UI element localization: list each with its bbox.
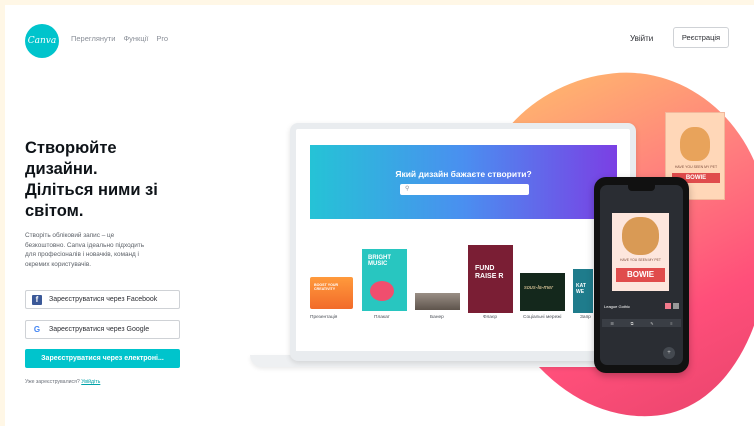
headline-line-1: Створюйте xyxy=(25,139,117,157)
already-registered: Уже зареєструвалися? Увійдіть xyxy=(25,379,100,385)
nav-item-features[interactable]: Функції xyxy=(123,34,148,43)
google-icon: G xyxy=(33,325,41,334)
canva-logo[interactable]: Canva xyxy=(25,24,59,58)
headline-line-3: Діліться ними зі xyxy=(25,181,158,199)
login-link-bottom[interactable]: Увійдіть xyxy=(81,379,100,385)
facebook-signup-label: Зареєструватися через Facebook xyxy=(49,296,158,303)
search-icon: ⚲ xyxy=(405,186,410,192)
phone: HAVE YOU SEEN MY PET BOWIE League Gothic… xyxy=(594,177,689,373)
tile-label-social: Соціальні мережі xyxy=(523,315,562,320)
description: Створіть обліковий запис – це безкоштовн… xyxy=(25,231,180,269)
design-search-banner: Який дизайн бажаєте створити? ⚲ xyxy=(310,145,617,219)
tile-label-presentation: Презентація xyxy=(310,315,338,320)
description-line-3: для професіоналів і новачків, команд і xyxy=(25,251,139,258)
font-row: League Gothic xyxy=(604,303,679,310)
headline-line-4: світом. xyxy=(25,202,84,220)
tile-invitation-text: KAT WE xyxy=(576,283,586,295)
description-line-2: безкоштовно. Canva ідеально підходить xyxy=(25,241,145,249)
design-prompt: Який дизайн бажаєте створити? xyxy=(395,169,532,179)
tile-flyer-text: FUND RAISE R xyxy=(475,265,504,280)
tile-presentation-text: BOOST YOUR CREATIVITY xyxy=(314,283,339,291)
tile-social-text: sous-la-mer xyxy=(524,285,554,291)
facebook-icon: f xyxy=(32,294,42,305)
description-line-1: Створіть обліковий запис – це xyxy=(25,232,115,239)
poster-caption: HAVE YOU SEEN MY PET xyxy=(674,165,718,169)
google-signup-button[interactable]: G Зареєструватися через Google xyxy=(25,320,180,339)
tile-flyer: FUND RAISE R xyxy=(468,245,513,313)
tile-poster-text: BRIGHT MUSIC xyxy=(368,255,391,267)
phone-design-card: HAVE YOU SEEN MY PET BOWIE xyxy=(612,213,669,291)
description-line-4: окремих користувачів. xyxy=(25,260,91,268)
tile-poster: BRIGHT MUSIC xyxy=(362,249,407,311)
phone-toolbar: ☰ ⧉ ✎ ≡ xyxy=(602,319,681,327)
tile-label-flyer: Флаєр xyxy=(483,315,498,320)
page: Canva Переглянути Функції Pro Увійти Реє… xyxy=(5,5,754,426)
nav-item-browse[interactable]: Переглянути xyxy=(71,34,115,43)
tile-presentation: BOOST YOUR CREATIVITY xyxy=(310,277,353,309)
phone-screen: HAVE YOU SEEN MY PET BOWIE League Gothic… xyxy=(600,185,683,365)
design-search-input[interactable]: ⚲ xyxy=(400,184,529,195)
tile-social: sous-la-mer xyxy=(520,273,565,311)
tile-label-banner: Банер xyxy=(430,315,444,320)
font-name: League Gothic xyxy=(604,304,631,309)
phone-caption: HAVE YOU SEEN MY PET xyxy=(620,258,661,262)
phone-name: BOWIE xyxy=(616,268,665,282)
logo-text: Canva xyxy=(27,36,57,46)
email-signup-button[interactable]: Зареєструватися через електроні... xyxy=(25,349,180,368)
tile-invitation: KAT WE xyxy=(573,269,593,313)
dog-photo xyxy=(680,127,710,161)
headline: Створюйте дизайни. Діліться ними зі світ… xyxy=(25,138,195,222)
tile-banner xyxy=(415,293,460,310)
top-nav: Переглянути Функції Pro xyxy=(71,34,168,43)
color-swatch xyxy=(663,303,679,310)
phone-notch xyxy=(628,185,655,191)
already-text: Уже зареєструвалися? xyxy=(25,379,80,385)
phone-dog-photo xyxy=(622,217,659,255)
nav-item-pro[interactable]: Pro xyxy=(156,34,168,43)
login-link[interactable]: Увійти xyxy=(630,34,653,43)
facebook-signup-button[interactable]: f Зареєструватися через Facebook xyxy=(25,290,180,309)
phone-add-icon: + xyxy=(663,347,675,359)
google-signup-label: Зареєструватися через Google xyxy=(49,326,150,333)
drum-graphic xyxy=(370,281,394,301)
headline-line-2: дизайни. xyxy=(25,160,98,178)
signup-button[interactable]: Реєстрація xyxy=(673,27,729,48)
tile-label-poster: Плакат xyxy=(374,315,390,320)
tile-label-invitation: Запр xyxy=(580,315,591,320)
